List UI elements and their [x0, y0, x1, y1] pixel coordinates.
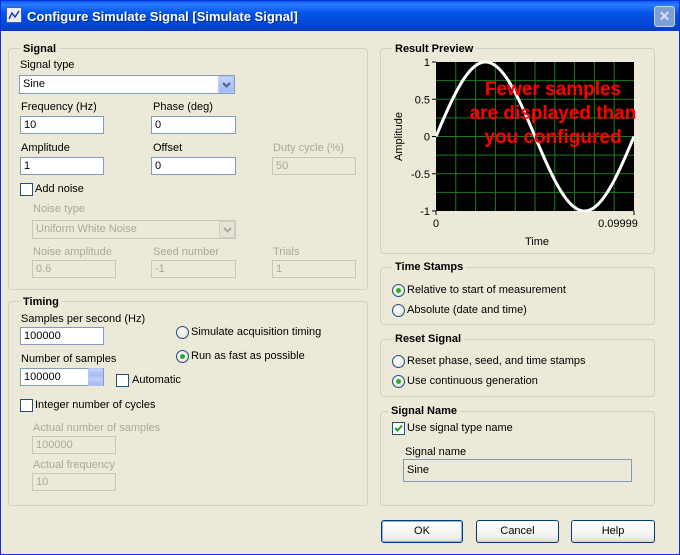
integer-cycles-checkbox[interactable] — [20, 399, 33, 412]
help-button[interactable]: Help — [571, 520, 655, 543]
checkmark-icon — [394, 424, 403, 432]
automatic-checkbox[interactable] — [116, 374, 129, 387]
noise-amplitude-input: 0.6 — [32, 260, 116, 278]
use-signal-type-name-label[interactable]: Use signal type name — [407, 422, 513, 434]
dialog-window: Configure Simulate Signal [Simulate Sign… — [0, 0, 680, 555]
spin-down-icon[interactable] — [88, 377, 103, 386]
actual-samples-label: Actual number of samples — [33, 422, 161, 434]
samples-per-second-label: Samples per second (Hz) — [21, 313, 146, 325]
y-tick-label: -1 — [420, 206, 430, 218]
amplitude-input[interactable]: 1 — [20, 157, 104, 175]
run-as-fast-radio[interactable] — [176, 350, 189, 363]
actual-frequency-label: Actual frequency — [33, 459, 115, 471]
y-axis-label: Amplitude — [393, 112, 405, 161]
y-tick-label: -0.5 — [411, 169, 430, 181]
y-tick-label: 0.5 — [415, 94, 430, 106]
noise-type-label: Noise type — [33, 203, 85, 215]
simulate-acquisition-radio[interactable] — [176, 326, 189, 339]
preview-warning-text: Fewer samples — [485, 79, 621, 100]
seed-number-label: Seed number — [153, 246, 220, 258]
actual-samples-input: 100000 — [32, 436, 116, 454]
close-button[interactable]: ✕ — [654, 6, 675, 27]
absolute-timestamp-radio[interactable] — [392, 304, 405, 317]
result-preview-chart: 10.50-0.5-10 0.09999TimeAmplitudeFewer sa… — [393, 57, 638, 248]
relative-timestamp-radio[interactable] — [392, 284, 405, 297]
x-tick-label: 0.09999 — [598, 218, 638, 230]
frequency-label: Frequency (Hz) — [21, 101, 97, 113]
simulate-acquisition-label[interactable]: Simulate acquisition timing — [191, 326, 321, 338]
samples-per-second-input[interactable]: 100000 — [20, 327, 104, 345]
y-tick-label: 0 — [424, 132, 430, 144]
x-axis-label: Time — [525, 236, 549, 248]
result-preview-title: Result Preview — [392, 43, 477, 55]
add-noise-label[interactable]: Add noise — [35, 183, 84, 195]
noise-amplitude-label: Noise amplitude — [33, 246, 112, 258]
duty-cycle-input: 50 — [272, 157, 356, 175]
signal-name-title: Signal Name — [388, 405, 461, 417]
reset-signal-group — [380, 339, 655, 397]
automatic-label[interactable]: Automatic — [132, 374, 181, 386]
y-tick-label: 1 — [424, 57, 430, 69]
title-bar[interactable]: Configure Simulate Signal [Simulate Sign… — [1, 1, 679, 31]
signal-name-label: Signal name — [405, 446, 467, 458]
preview-warning-text: you configured — [484, 127, 621, 148]
cancel-button[interactable]: Cancel — [476, 520, 559, 543]
spin-up-icon[interactable] — [88, 368, 103, 377]
reset-phase-label[interactable]: Reset phase, seed, and time stamps — [407, 355, 586, 367]
absolute-timestamp-label[interactable]: Absolute (date and time) — [407, 304, 527, 316]
continuous-generation-label[interactable]: Use continuous generation — [407, 375, 538, 387]
window-title: Configure Simulate Signal [Simulate Sign… — [27, 9, 298, 24]
signal-type-label: Signal type — [20, 59, 75, 71]
amplitude-label: Amplitude — [21, 142, 70, 154]
reset-signal-title: Reset Signal — [392, 333, 465, 345]
time-stamps-title: Time Stamps — [392, 261, 467, 273]
ok-button[interactable]: OK — [381, 520, 463, 543]
timing-group-title: Timing — [20, 296, 62, 308]
offset-input[interactable]: 0 — [151, 157, 236, 175]
reset-phase-radio[interactable] — [392, 355, 405, 368]
labview-app-icon — [6, 7, 22, 23]
time-stamps-group — [380, 267, 655, 325]
number-of-samples-spinner[interactable] — [88, 368, 103, 386]
number-of-samples-label: Number of samples — [21, 353, 117, 365]
signal-type-select[interactable]: Sine — [19, 75, 235, 94]
preview-warning-text: are displayed than — [470, 103, 637, 124]
use-signal-type-name-checkbox[interactable] — [392, 422, 405, 435]
duty-cycle-label: Duty cycle (%) — [273, 142, 344, 154]
noise-type-select: Uniform White Noise — [32, 220, 236, 239]
chevron-down-icon[interactable] — [218, 76, 234, 93]
seed-number-input: -1 — [151, 260, 236, 278]
chevron-down-icon — [219, 221, 235, 238]
phase-label: Phase (deg) — [153, 101, 213, 113]
trials-label: Trials — [273, 246, 300, 258]
actual-frequency-input: 10 — [32, 473, 116, 491]
trials-input: 1 — [272, 260, 356, 278]
integer-cycles-label[interactable]: Integer number of cycles — [35, 399, 155, 411]
signal-type-value: Sine — [23, 78, 46, 90]
signal-group-title: Signal — [20, 43, 60, 55]
continuous-generation-radio[interactable] — [392, 375, 405, 388]
signal-name-input: Sine — [403, 459, 632, 482]
run-as-fast-label[interactable]: Run as fast as possible — [191, 350, 305, 362]
add-noise-checkbox[interactable] — [20, 183, 33, 196]
offset-label: Offset — [153, 142, 183, 154]
phase-input[interactable]: 0 — [151, 116, 236, 134]
frequency-input[interactable]: 10 — [20, 116, 104, 134]
relative-timestamp-label[interactable]: Relative to start of measurement — [407, 284, 566, 296]
x-tick-label: 0 — [433, 218, 439, 230]
noise-type-value: Uniform White Noise — [36, 223, 137, 235]
